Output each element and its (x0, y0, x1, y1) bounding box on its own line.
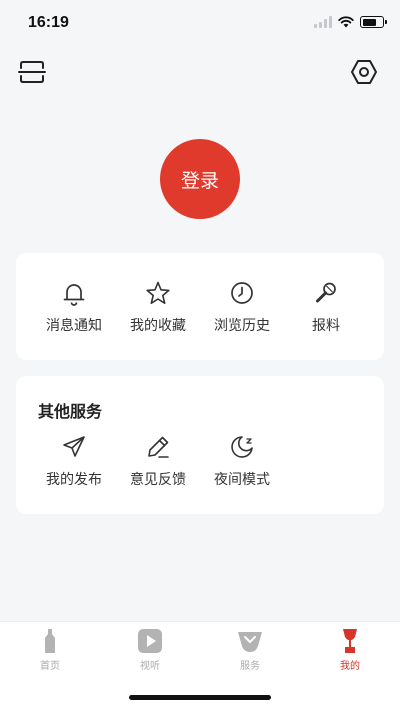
shortcut-label: 消息通知 (46, 318, 102, 334)
settings-icon[interactable] (350, 58, 378, 86)
service-label: 我的发布 (46, 472, 102, 488)
shortcut-history[interactable]: 浏览历史 (196, 280, 288, 335)
pencil-icon (148, 436, 169, 458)
home-indicator (129, 695, 271, 700)
shortcut-label: 浏览历史 (214, 318, 270, 334)
login-button[interactable]: 登录 (160, 139, 240, 219)
home-bottle-icon (45, 629, 55, 653)
services-vessel-icon (238, 632, 262, 652)
wifi-icon (338, 16, 354, 28)
status-icons (314, 16, 387, 28)
microphone-icon (316, 282, 336, 303)
moon-icon (231, 436, 253, 458)
service-feedback[interactable]: 意见反馈 (112, 434, 204, 489)
clock-icon (231, 282, 253, 304)
tab-label: 首页 (40, 661, 60, 672)
service-label: 意见反馈 (130, 472, 186, 488)
tab-mine[interactable]: 我的 (300, 628, 400, 672)
tab-label: 服务 (240, 661, 260, 672)
battery-icon (360, 16, 387, 28)
tab-home[interactable]: 首页 (0, 628, 100, 672)
tab-services[interactable]: 服务 (200, 628, 300, 672)
shortcut-messages[interactable]: 消息通知 (28, 280, 120, 335)
profile-goblet-icon (343, 629, 357, 653)
shortcut-favorites[interactable]: 我的收藏 (112, 280, 204, 335)
shortcuts-card: 消息通知 我的收藏 浏览历史 报料 (16, 253, 384, 360)
star-icon (146, 281, 170, 305)
scan-icon[interactable] (18, 58, 46, 86)
tab-label: 我的 (340, 661, 360, 672)
other-services-title: 其他服务 (38, 402, 103, 421)
login-label: 登录 (180, 169, 219, 192)
tab-video[interactable]: 视听 (100, 628, 200, 672)
paper-plane-icon (63, 436, 85, 457)
shortcut-label: 报料 (312, 318, 340, 334)
status-bar: 16:19 (0, 0, 400, 48)
shortcut-report[interactable]: 报料 (280, 280, 372, 335)
cellular-signal-icon (314, 16, 332, 28)
service-my-posts[interactable]: 我的发布 (28, 434, 120, 489)
tab-label: 视听 (140, 661, 160, 672)
service-night-mode[interactable]: 夜间模式 (196, 434, 288, 489)
status-time: 16:19 (28, 14, 69, 31)
service-label: 夜间模式 (214, 472, 270, 488)
bell-icon (63, 284, 85, 306)
play-icon (138, 629, 162, 653)
shortcut-label: 我的收藏 (130, 318, 186, 334)
other-services-card: 其他服务 我的发布 意见反馈 夜间模式 (16, 376, 384, 514)
